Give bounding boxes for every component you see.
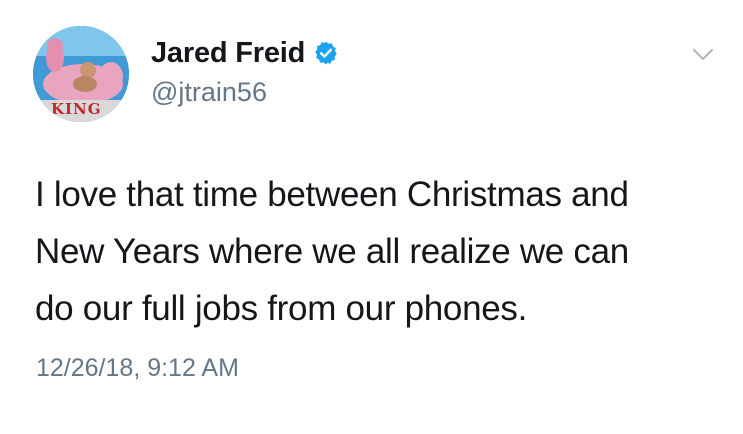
avatar[interactable]: KING (33, 26, 129, 122)
tweet-text: I love that time between Christmas and N… (35, 166, 725, 337)
tweet-text-line: I love that time between Christmas and (35, 175, 629, 214)
display-name[interactable]: Jared Freid (151, 37, 305, 70)
author-handle[interactable]: @jtrain56 (151, 77, 267, 108)
chevron-down-icon[interactable] (692, 48, 714, 62)
tweet-text-line: New Years where we all realize we can (35, 232, 629, 271)
tweet-timestamp[interactable]: 12/26/18, 9:12 AM (36, 354, 239, 383)
tweet-card: KING Jared Freid @jtrain56 I love that t… (0, 0, 743, 434)
verified-badge-icon (315, 41, 337, 65)
author-name-row: Jared Freid (151, 36, 339, 70)
avatar-badge-text: KING (51, 100, 102, 118)
tweet-text-line: do our full jobs from our phones. (35, 289, 528, 328)
